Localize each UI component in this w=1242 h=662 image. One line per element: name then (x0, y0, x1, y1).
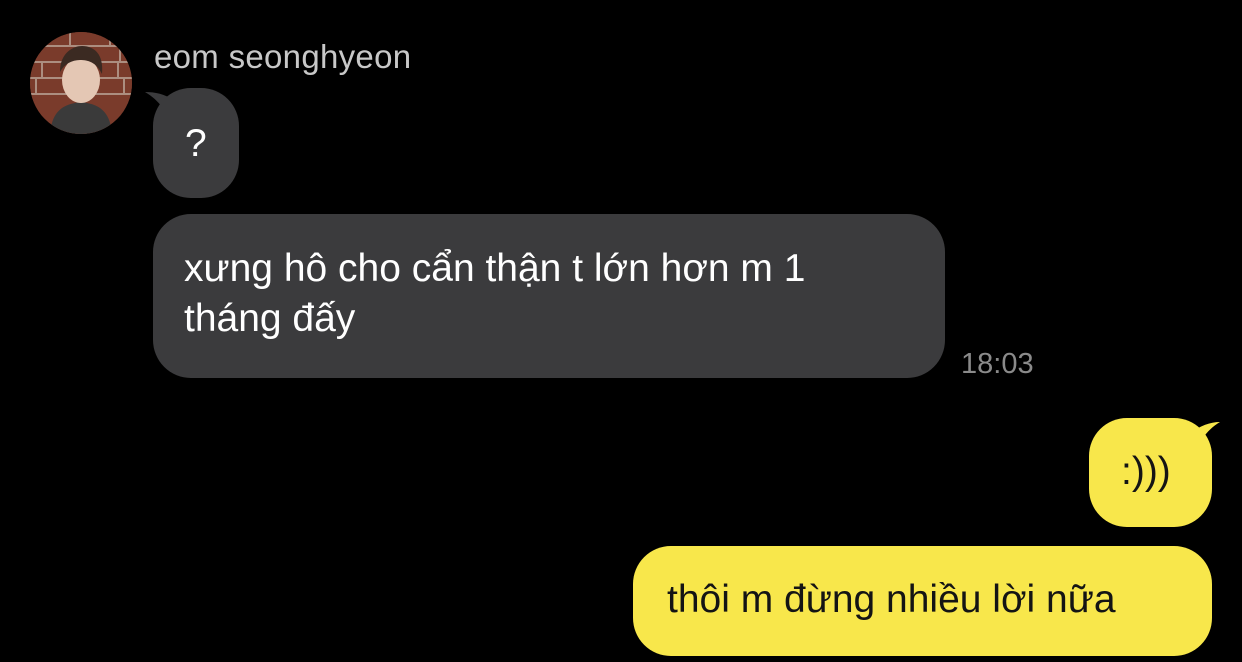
message-bubble-incoming[interactable]: xưng hô cho cẩn thận t lớn hơn m 1 tháng… (153, 214, 945, 378)
message-text: :))) (1121, 450, 1171, 493)
avatar[interactable] (30, 32, 132, 134)
message-text: xưng hô cho cẩn thận t lớn hơn m 1 tháng… (184, 247, 806, 340)
message-bubble-outgoing[interactable]: :))) (1089, 418, 1212, 527)
message-timestamp: 18:03 (961, 348, 1034, 380)
message-text: ? (185, 122, 207, 165)
message-bubble-outgoing[interactable]: thôi m đừng nhiều lời nữa (633, 546, 1212, 656)
sender-name: eom seonghyeon (154, 38, 412, 75)
message-bubble-incoming[interactable]: ? (153, 88, 239, 198)
avatar-photo-icon (30, 32, 132, 134)
message-text: thôi m đừng nhiều lời nữa (667, 578, 1116, 621)
